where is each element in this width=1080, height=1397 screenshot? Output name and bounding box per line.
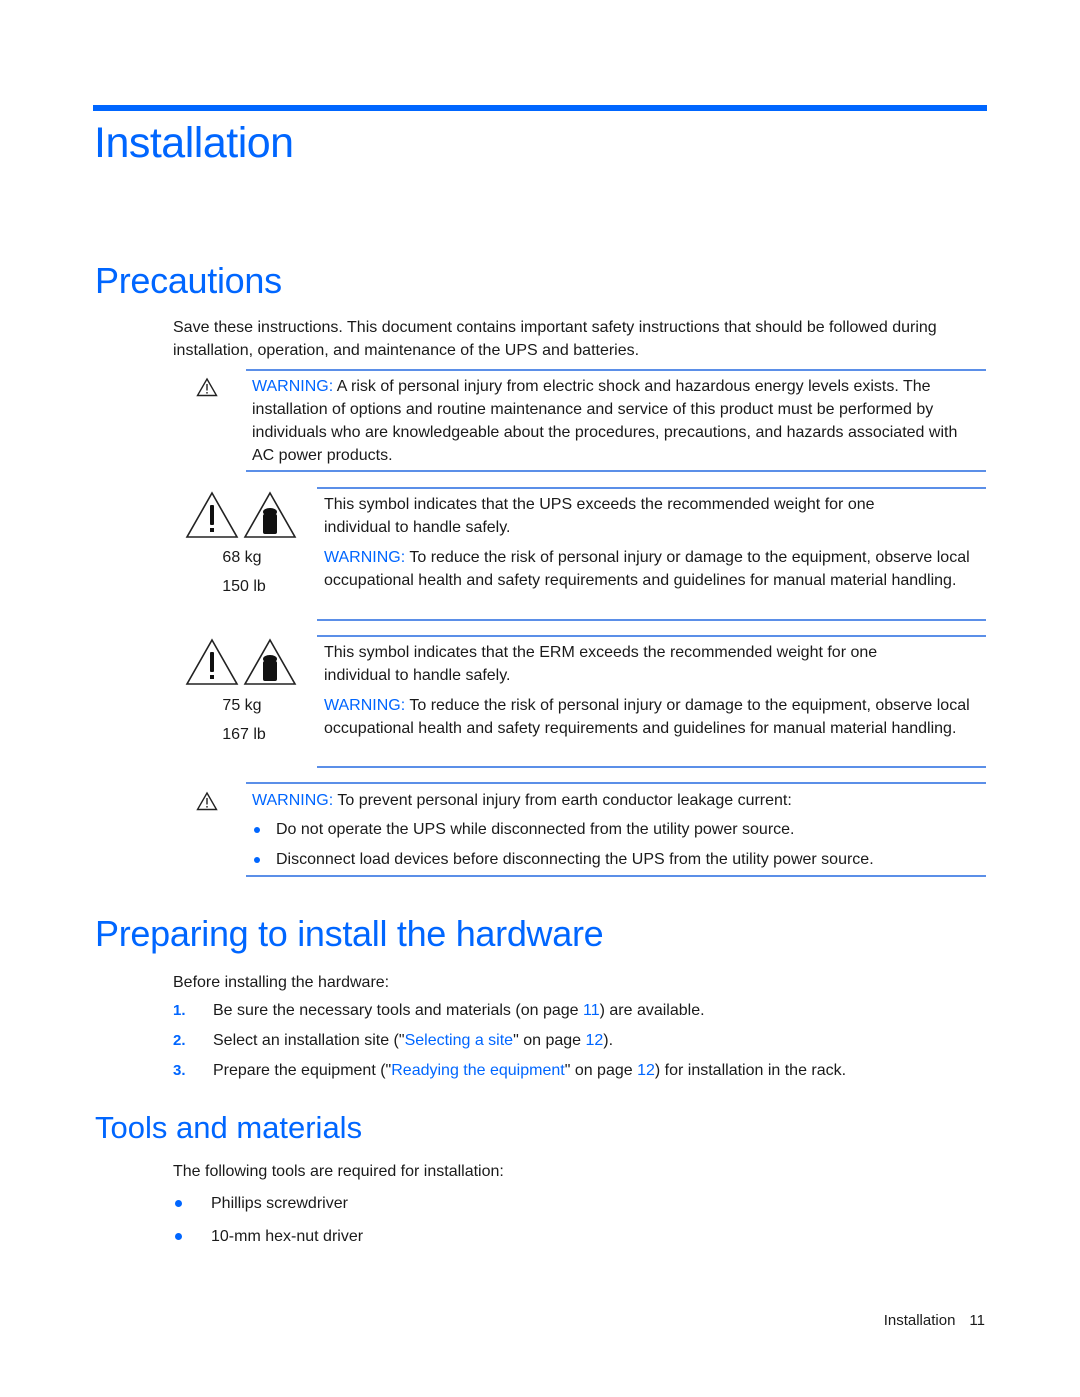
precautions-intro: Save these instructions. This document c… xyxy=(173,319,937,359)
section-title-preparing: Preparing to install the hardware xyxy=(95,913,604,954)
section-title-tools: Tools and materials xyxy=(95,1110,363,1145)
warning-leakage: WARNING: To prevent personal injury from… xyxy=(252,789,982,812)
warning-triangle-icon xyxy=(196,377,218,402)
tools-list: Phillips screwdriver 10-mm hex-nut drive… xyxy=(173,1187,363,1253)
page-link[interactable]: 12 xyxy=(585,1032,603,1049)
readying-the-equipment-link[interactable]: Readying the equipment xyxy=(391,1062,564,1079)
section-title-precautions: Precautions xyxy=(95,260,282,301)
weight-ups-lb: 150 lb xyxy=(222,578,266,595)
step-item: 2. Select an installation site ("Selectin… xyxy=(173,1032,614,1049)
bullet-icon xyxy=(175,1233,182,1240)
selecting-a-site-link[interactable]: Selecting a site xyxy=(405,1032,514,1049)
chapter-title: Installation xyxy=(94,119,294,167)
weight-ups-warning: WARNING: To reduce the risk of personal … xyxy=(324,546,984,592)
weight-erm-warning: WARNING: To reduce the risk of personal … xyxy=(324,694,984,740)
page-footer: Installation 11 xyxy=(884,1312,985,1329)
weight-ups-top-rule xyxy=(317,487,986,489)
chapter-rule xyxy=(93,105,987,111)
caution-triangle-icon xyxy=(185,638,239,685)
weight-erm-top-rule xyxy=(317,635,986,637)
list-item: Disconnect load devices before disconnec… xyxy=(246,845,986,875)
bullet-icon xyxy=(254,857,260,863)
heavy-weight-icon xyxy=(243,638,297,685)
warning-text: To prevent personal injury from earth co… xyxy=(333,792,792,809)
weight-ups-bottom-rule xyxy=(317,619,986,621)
tools-intro: The following tools are required for ins… xyxy=(173,1163,504,1180)
warning-triangle-icon xyxy=(196,791,218,816)
step-item: 1. Be sure the necessary tools and materi… xyxy=(173,1002,705,1019)
caution-triangle-icon xyxy=(185,491,239,538)
preparing-intro: Before installing the hardware: xyxy=(173,974,390,991)
list-item: Do not operate the UPS while disconnecte… xyxy=(246,815,986,845)
warning-top-rule xyxy=(246,369,986,371)
weight-ups-symbol-text: This symbol indicates that the UPS excee… xyxy=(324,496,875,536)
warning-label: WARNING: xyxy=(252,378,334,395)
page-number: 11 xyxy=(969,1312,985,1329)
warning-leakage-bottom-rule xyxy=(246,875,986,877)
page-link[interactable]: 12 xyxy=(637,1062,655,1079)
page-link[interactable]: 11 xyxy=(583,1002,600,1019)
preparing-steps: 1. Be sure the necessary tools and materi… xyxy=(173,996,973,1086)
weight-erm-bottom-rule xyxy=(317,766,986,768)
bullet-icon xyxy=(254,827,260,833)
footer-section: Installation xyxy=(883,1312,956,1329)
warning-label: WARNING: xyxy=(324,549,406,566)
weight-erm-lb: 167 lb xyxy=(222,726,266,743)
bullet-icon xyxy=(175,1200,182,1207)
warning-bottom-rule xyxy=(246,470,986,472)
weight-erm-icons xyxy=(185,638,297,686)
warning-label: WARNING: xyxy=(252,792,334,809)
step-item: 3. Prepare the equipment ("Readying the e… xyxy=(173,1062,847,1079)
heavy-weight-icon xyxy=(243,491,297,538)
warning-text: A risk of personal injury from electric … xyxy=(252,378,958,464)
warning-electric-shock: WARNING: A risk of personal injury from … xyxy=(252,375,982,467)
warning-leakage-bullets: Do not operate the UPS while disconnecte… xyxy=(246,815,986,875)
list-item: Phillips screwdriver xyxy=(173,1187,363,1220)
warning-label: WARNING: xyxy=(324,697,406,714)
weight-erm-symbol-text: This symbol indicates that the ERM excee… xyxy=(324,644,878,684)
weight-erm-kg: 75 kg xyxy=(222,697,262,714)
warning-text: To reduce the risk of personal injury or… xyxy=(324,697,970,737)
weight-ups-icons xyxy=(185,491,297,539)
list-item: 10-mm hex-nut driver xyxy=(173,1220,363,1253)
warning-leakage-top-rule xyxy=(246,782,986,784)
warning-text: To reduce the risk of personal injury or… xyxy=(324,549,970,589)
weight-ups-kg: 68 kg xyxy=(222,549,262,566)
